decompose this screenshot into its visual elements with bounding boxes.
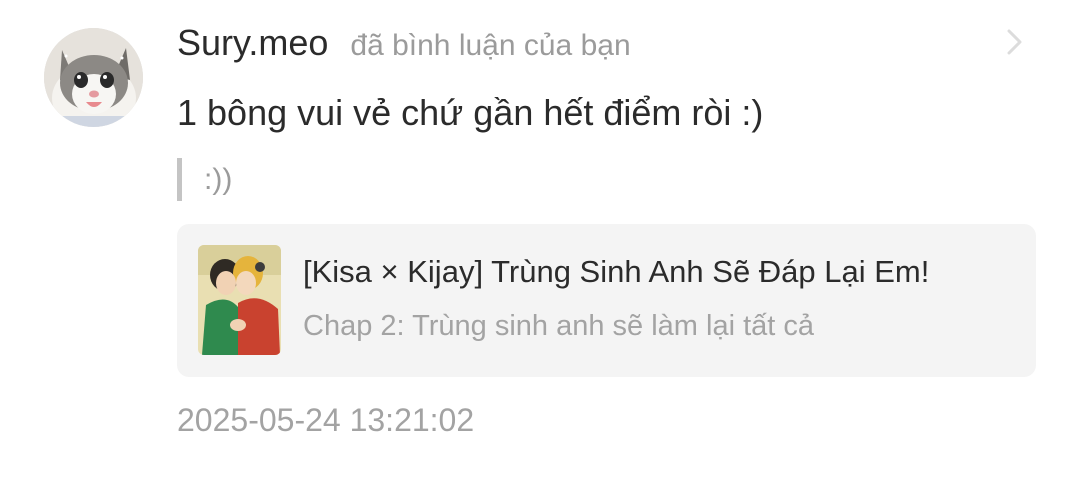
story-cover-image (198, 245, 281, 355)
quote-bar (177, 158, 182, 201)
quoted-reply: :)) (177, 158, 232, 201)
timestamp: 2025-05-24 13:21:02 (177, 402, 475, 438)
story-title[interactable]: [Kisa × Kijay] Trùng Sinh Anh Sẽ Đáp Lại… (303, 254, 929, 290)
story-chapter[interactable]: Chap 2: Trùng sinh anh sẽ làm lại tất cả (303, 310, 814, 343)
user-avatar[interactable] (44, 28, 143, 127)
chevron-right-icon[interactable] (1000, 26, 1030, 58)
cat-avatar-icon (44, 28, 143, 127)
action-text: đã bình luận của bạn (350, 29, 631, 62)
story-cover[interactable] (198, 245, 281, 355)
quoted-reply-text: :)) (204, 162, 233, 196)
notification-header: Sury.meo đã bình luận của bạn (177, 22, 631, 68)
story-card[interactable]: [Kisa × Kijay] Trùng Sinh Anh Sẽ Đáp Lại… (177, 224, 1036, 377)
username-link[interactable]: Sury.meo (177, 22, 328, 64)
comment-text: 1 bông vui vẻ chứ gần hết điểm ròi :) (177, 92, 764, 133)
